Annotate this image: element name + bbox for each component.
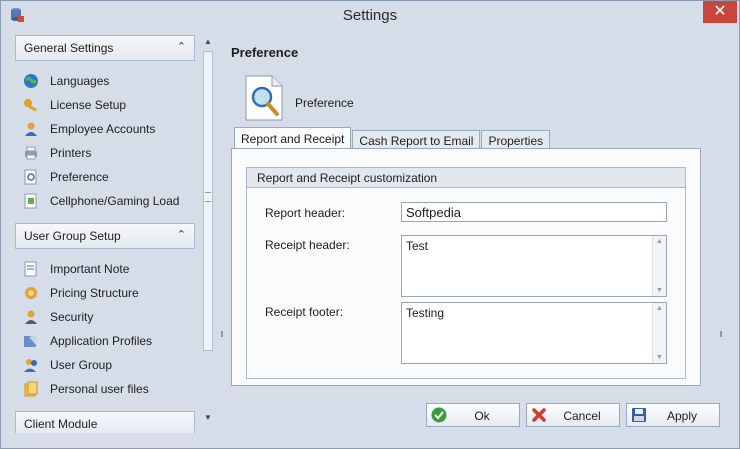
receipt-footer-scrollbar[interactable]: ▲ ▼ bbox=[652, 303, 666, 363]
receipt-header-label: Receipt header: bbox=[265, 238, 350, 252]
tab-panel: Report and Receipt customization Report … bbox=[231, 148, 701, 386]
sidebar-item[interactable]: Employee Accounts bbox=[23, 117, 199, 141]
ok-label: Ok bbox=[474, 409, 490, 423]
users-icon bbox=[24, 359, 37, 372]
receipt-header-value: Test bbox=[406, 239, 429, 253]
sidebar-item[interactable]: Personal user files bbox=[23, 377, 199, 401]
sidebar-scrollbar[interactable]: ▲ ▼ bbox=[201, 35, 215, 433]
chevron-up-icon[interactable]: ⌃ bbox=[177, 228, 186, 241]
scroll-down-arrow-icon[interactable]: ▼ bbox=[656, 287, 663, 294]
window-title: Settings bbox=[342, 7, 398, 24]
security-icon bbox=[25, 310, 37, 324]
preference-label: Preference bbox=[295, 96, 354, 110]
receipt-footer-textarea[interactable]: Testing ▲ ▼ bbox=[401, 302, 667, 364]
sidebar-item-label: Application Profiles bbox=[50, 334, 153, 348]
resize-handle[interactable] bbox=[720, 331, 722, 337]
sidebar-group-header[interactable]: User Group Setup ⌃ bbox=[15, 223, 195, 249]
scroll-down-arrow-icon[interactable]: ▼ bbox=[201, 413, 215, 423]
sidebar-item-label: Languages bbox=[50, 74, 110, 88]
settings-window: Settings ✕ General Settings ⌃ Languages Lic… bbox=[0, 0, 740, 449]
sidebar-item[interactable]: Pricing Structure bbox=[23, 281, 199, 305]
sidebar-group-header[interactable]: Client Module bbox=[15, 411, 195, 433]
grip-icon bbox=[205, 192, 211, 202]
report-header-label: Report header: bbox=[265, 206, 346, 220]
apply-button[interactable]: Apply bbox=[626, 403, 720, 427]
sidebar-item[interactable]: Application Profiles bbox=[23, 329, 199, 353]
sidebar-group-header[interactable]: General Settings ⌃ bbox=[15, 35, 195, 61]
sidebar-group-label: General Settings bbox=[24, 41, 114, 55]
sidebar-item-label: Security bbox=[50, 310, 94, 324]
user-icon bbox=[25, 122, 37, 136]
sidebar-group-items: Languages License Setup Employee Accounts P… bbox=[11, 61, 199, 219]
receipt-header-textarea[interactable]: Test ▲ ▼ bbox=[401, 235, 667, 297]
sidebar-item[interactable]: Preference bbox=[23, 165, 199, 189]
tab-strip: Report and Receipt Cash Report to Email … bbox=[234, 126, 551, 150]
tab-properties[interactable]: Properties bbox=[481, 130, 551, 150]
sidebar-item[interactable]: Printers bbox=[23, 141, 199, 165]
profiles-icon bbox=[24, 335, 37, 347]
sidebar-item-label: Preference bbox=[50, 170, 109, 184]
group-title: Report and Receipt customization bbox=[247, 168, 685, 188]
ok-button[interactable]: Ok bbox=[426, 403, 520, 427]
receipt-footer-label: Receipt footer: bbox=[265, 305, 344, 319]
sidebar-group-label: Client Module bbox=[24, 417, 98, 431]
sidebar-content: General Settings ⌃ Languages License Setup E… bbox=[11, 35, 199, 433]
scroll-up-arrow-icon[interactable]: ▲ bbox=[656, 238, 663, 245]
receipt-header-scrollbar[interactable]: ▲ ▼ bbox=[652, 236, 666, 296]
splitter-handle[interactable] bbox=[221, 331, 223, 337]
sidebar-item[interactable]: Important Note bbox=[23, 257, 199, 281]
section-title: Preference bbox=[231, 45, 299, 60]
printer-icon bbox=[25, 146, 37, 160]
chevron-up-icon[interactable]: ⌃ bbox=[177, 40, 186, 53]
sidebar-item-label: Employee Accounts bbox=[50, 122, 156, 136]
title-bar: Settings ✕ bbox=[1, 1, 739, 31]
key-icon bbox=[24, 99, 37, 112]
scroll-up-arrow-icon[interactable]: ▲ bbox=[201, 37, 215, 47]
customization-group: Report and Receipt customization Report … bbox=[246, 167, 686, 379]
sidebar-item-label: Pricing Structure bbox=[50, 286, 139, 300]
cancel-x-icon bbox=[532, 408, 546, 422]
scroll-up-arrow-icon[interactable]: ▲ bbox=[656, 305, 663, 312]
sidebar-item[interactable]: Cellphone/Gaming Load bbox=[23, 189, 199, 213]
sidebar-item[interactable]: Security bbox=[23, 305, 199, 329]
apply-label: Apply bbox=[666, 409, 698, 423]
preference-document-icon bbox=[245, 75, 283, 121]
cancel-label: Cancel bbox=[563, 409, 601, 423]
save-disk-icon bbox=[632, 408, 646, 422]
sidebar-item-label: Cellphone/Gaming Load bbox=[50, 194, 180, 208]
sidebar-item-label: Personal user files bbox=[50, 382, 149, 396]
sidebar-item-label: User Group bbox=[50, 358, 113, 372]
pricing-icon bbox=[25, 287, 37, 299]
sidebar-group-label: User Group Setup bbox=[24, 229, 121, 243]
sidebar-item[interactable]: Languages bbox=[23, 69, 199, 93]
sidebar-item-label: Printers bbox=[50, 146, 92, 160]
sidebar-item[interactable]: User Group bbox=[23, 353, 199, 377]
scroll-down-arrow-icon[interactable]: ▼ bbox=[656, 354, 663, 361]
sidebar: General Settings ⌃ Languages License Setup E… bbox=[11, 35, 215, 433]
preference-icon bbox=[24, 169, 37, 185]
note-icon bbox=[24, 261, 37, 277]
globe-icon bbox=[24, 74, 38, 88]
close-button[interactable]: ✕ bbox=[703, 1, 737, 23]
scroll-thumb[interactable] bbox=[203, 51, 213, 351]
sidebar-group-items: Important Note Pricing Structure Security A… bbox=[11, 249, 199, 407]
sidebar-item[interactable]: License Setup bbox=[23, 93, 199, 117]
report-header-input[interactable]: Softpedia bbox=[401, 202, 667, 222]
sidebar-item-label: License Setup bbox=[50, 98, 127, 112]
receipt-footer-value: Testing bbox=[406, 306, 445, 320]
files-icon bbox=[24, 381, 38, 397]
tab-report-and-receipt[interactable]: Report and Receipt bbox=[234, 127, 352, 150]
phone-icon bbox=[24, 193, 37, 209]
cancel-button[interactable]: Cancel bbox=[526, 403, 620, 427]
sidebar-item-label: Important Note bbox=[50, 262, 130, 276]
tab-cash-report-to-email[interactable]: Cash Report to Email bbox=[352, 130, 481, 150]
check-icon bbox=[431, 407, 447, 423]
